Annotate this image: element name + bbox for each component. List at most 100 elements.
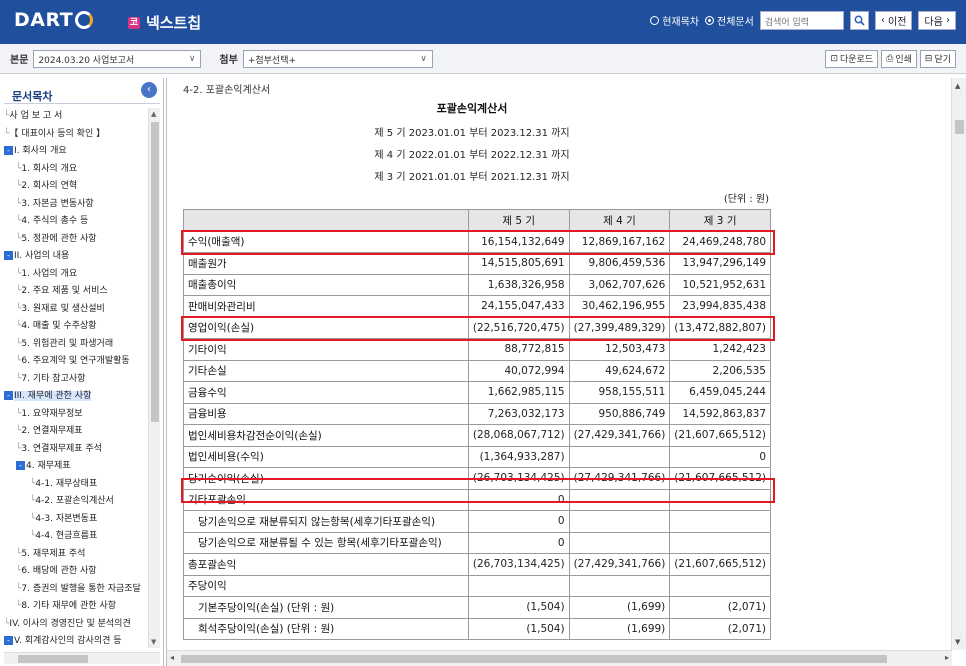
toc-item[interactable]: └3. 자본금 변동사항 (4, 196, 148, 214)
radio-current-label: 현재목차 (662, 17, 699, 28)
row-label: 희석주당이익(손실) (단위 : 원) (183, 617, 469, 640)
value-period-4: 950,886,749 (568, 402, 671, 425)
toc-item[interactable]: - III. 재무에 관한 사항 (4, 388, 148, 406)
scroll-right-icon[interactable]: ▸ (945, 653, 949, 662)
toc-item[interactable]: └4. 매출 및 수주상황 (4, 318, 148, 336)
table-row: 총포괄손익 (26,703,134,425) (27,429,341,766) (21… (183, 553, 771, 576)
toc-hscroll-thumb[interactable] (18, 655, 88, 663)
toc-item[interactable]: └7. 기타 참고사항 (4, 371, 148, 389)
toc-item[interactable]: └1. 요약재무정보 (4, 406, 148, 424)
toc-item-label: 1. 회사의 개요 (21, 163, 78, 174)
toc-item[interactable]: └1. 회사의 개요 (4, 161, 148, 179)
toc-item-label: 7. 기타 참고사항 (21, 373, 86, 384)
toc-item[interactable]: └7. 증권의 발행을 통한 자금조달 (4, 581, 148, 599)
toc-item[interactable]: └2. 회사의 연혁 (4, 178, 148, 196)
toc-item[interactable]: └4. 주식의 총수 등 (4, 213, 148, 231)
main-doc-select[interactable]: 2024.03.20 사업보고서 ∨ (33, 49, 202, 68)
doc-scroll-thumb[interactable] (955, 120, 964, 134)
toc-item[interactable]: - II. 사업의 내용 (4, 248, 148, 266)
dart-logo[interactable]: DART (14, 9, 94, 31)
toc-item[interactable]: └IV. 이사의 경영진단 및 분석의견 (4, 616, 148, 634)
toc-item[interactable]: - I. 회사의 개요 (4, 143, 148, 161)
toc-header: 문서목차 (4, 82, 160, 104)
expand-toggle-icon[interactable]: - (4, 146, 13, 155)
toc-item-label: 4-4. 현금흐름표 (35, 531, 98, 541)
toc-item-label: 3. 연결재무제표 주석 (21, 443, 102, 454)
toc-item-label: 1. 사업의 개요 (21, 268, 78, 279)
toc-item[interactable]: └2. 주요 제품 및 서비스 (4, 283, 148, 301)
toc-item[interactable]: └3. 연결재무제표 주석 (4, 441, 148, 459)
expand-toggle-icon[interactable]: - (4, 251, 13, 260)
toc-item-label: 6. 주요계약 및 연구개발활동 (21, 356, 130, 366)
toc-item[interactable]: └5. 재무제표 주석 (4, 546, 148, 564)
toc-item[interactable]: └사 업 보 고 서 (4, 108, 148, 126)
logo-text: DART (14, 9, 74, 31)
expand-toggle-icon[interactable]: - (16, 461, 25, 470)
radio-all-docs[interactable]: 전체문서 (705, 13, 754, 28)
toc-item-label: II. 사업의 내용 (14, 251, 70, 261)
search-input[interactable]: 검색어 입력 (759, 11, 844, 30)
expand-toggle-icon[interactable]: - (4, 391, 13, 400)
value-period-4 (568, 510, 671, 533)
collapse-sidebar-button[interactable]: ‹ (141, 82, 157, 98)
chevron-down-icon: ∨ (420, 53, 427, 64)
table-row: 금융수익 1,662,985,115 958,155,511 6,459,045,24… (183, 381, 771, 404)
unit-label: (단위 : 원) (723, 194, 769, 205)
scroll-up-icon[interactable]: ▲ (151, 110, 156, 118)
value-period-5: 7,263,032,173 (467, 402, 570, 425)
toc-item[interactable]: └2. 연결재무제표 (4, 423, 148, 441)
toc-scroll-thumb[interactable] (151, 122, 159, 422)
toc-vertical-scrollbar[interactable]: ▲ ▼ (148, 108, 160, 648)
main-doc-label: 본문 (10, 55, 29, 66)
scroll-down-icon[interactable]: ▼ (151, 638, 156, 646)
scroll-up-icon[interactable]: ▲ (955, 82, 960, 90)
prev-button[interactable]: ‹ 이전 (874, 11, 913, 30)
row-label: 영업이익(손실) (183, 316, 469, 339)
toc-item[interactable]: └4-1. 재무상태표 (4, 476, 148, 494)
download-button[interactable]: ⊡ 다운로드 (825, 49, 879, 68)
company-title: 코 넥스트칩 (128, 12, 201, 33)
expand-toggle-icon[interactable]: - (4, 636, 13, 645)
toc-item[interactable]: └5. 위험관리 및 파생거래 (4, 336, 148, 354)
table-row: 당기손익으로 재분류될 수 있는 항목(세후기타포괄손익) 0 (183, 531, 771, 554)
toc-item[interactable]: └5. 정관에 관한 사항 (4, 231, 148, 249)
doc-hscroll-thumb[interactable] (181, 655, 887, 663)
toc-item[interactable]: └1. 사업의 개요 (4, 266, 148, 284)
doc-vertical-scrollbar[interactable]: ▲ ▼ (951, 78, 966, 650)
chevron-left-icon: ‹ (147, 84, 151, 95)
toc-item[interactable]: └6. 주요계약 및 연구개발활동 (4, 353, 148, 371)
value-period-5: (26,703,134,425) (467, 467, 570, 490)
chevron-left-icon: ‹ (880, 15, 885, 26)
scroll-left-icon[interactable]: ◂ (170, 653, 174, 662)
value-period-3: 13,947,296,149 (669, 252, 771, 275)
attach-select[interactable]: +첨부선택+ ∨ (242, 49, 433, 68)
row-label: 주당이익 (183, 574, 469, 597)
value-period-5 (467, 574, 570, 597)
toc-item[interactable]: └8. 기타 재무에 관한 사항 (4, 598, 148, 616)
next-button[interactable]: 다음 › (918, 11, 956, 30)
radio-off-icon (650, 16, 660, 25)
table-row: 법인세비용차감전순이익(손실) (28,068,067,712) (27,429,3… (183, 424, 771, 447)
toc-item[interactable]: -4. 재무제표 (4, 458, 148, 476)
value-period-3 (669, 510, 771, 533)
toc-item[interactable]: └4-3. 자본변동표 (4, 511, 148, 529)
value-period-4 (568, 531, 671, 554)
toc-item[interactable]: └【 대표이사 등의 확인 】 (4, 126, 148, 144)
close-button[interactable]: ⊟ 닫기 (919, 49, 956, 68)
toc-horizontal-scrollbar[interactable] (4, 652, 160, 664)
radio-current-toc[interactable]: 현재목차 (650, 13, 699, 28)
company-type-badge: 코 (128, 16, 140, 29)
toc-item[interactable]: └3. 원재료 및 생산설비 (4, 301, 148, 319)
row-label: 당기손익으로 재분류될 수 있는 항목(세후기타포괄손익) (183, 531, 469, 554)
doc-horizontal-scrollbar[interactable]: ◂ ▸ (167, 650, 952, 666)
value-period-5: (28,068,067,712) (467, 424, 570, 447)
toc-item[interactable]: └6. 배당에 관한 사항 (4, 563, 148, 581)
toc-item[interactable]: └4-4. 현금흐름표 (4, 528, 148, 546)
search-button[interactable] (849, 11, 869, 30)
print-button[interactable]: ⎙ 인쇄 (881, 49, 917, 68)
table-row: 영업이익(손실) (22,516,720,475) (27,399,489,329)… (183, 316, 771, 339)
section-heading-cut: 4-2. 포괄손익계산서 (183, 85, 271, 96)
toc-item[interactable]: └4-2. 포괄손익계산서 (4, 493, 148, 511)
toc-item[interactable]: - V. 회계감사인의 감사의견 등 (4, 633, 148, 651)
scroll-down-icon[interactable]: ▼ (955, 638, 960, 646)
